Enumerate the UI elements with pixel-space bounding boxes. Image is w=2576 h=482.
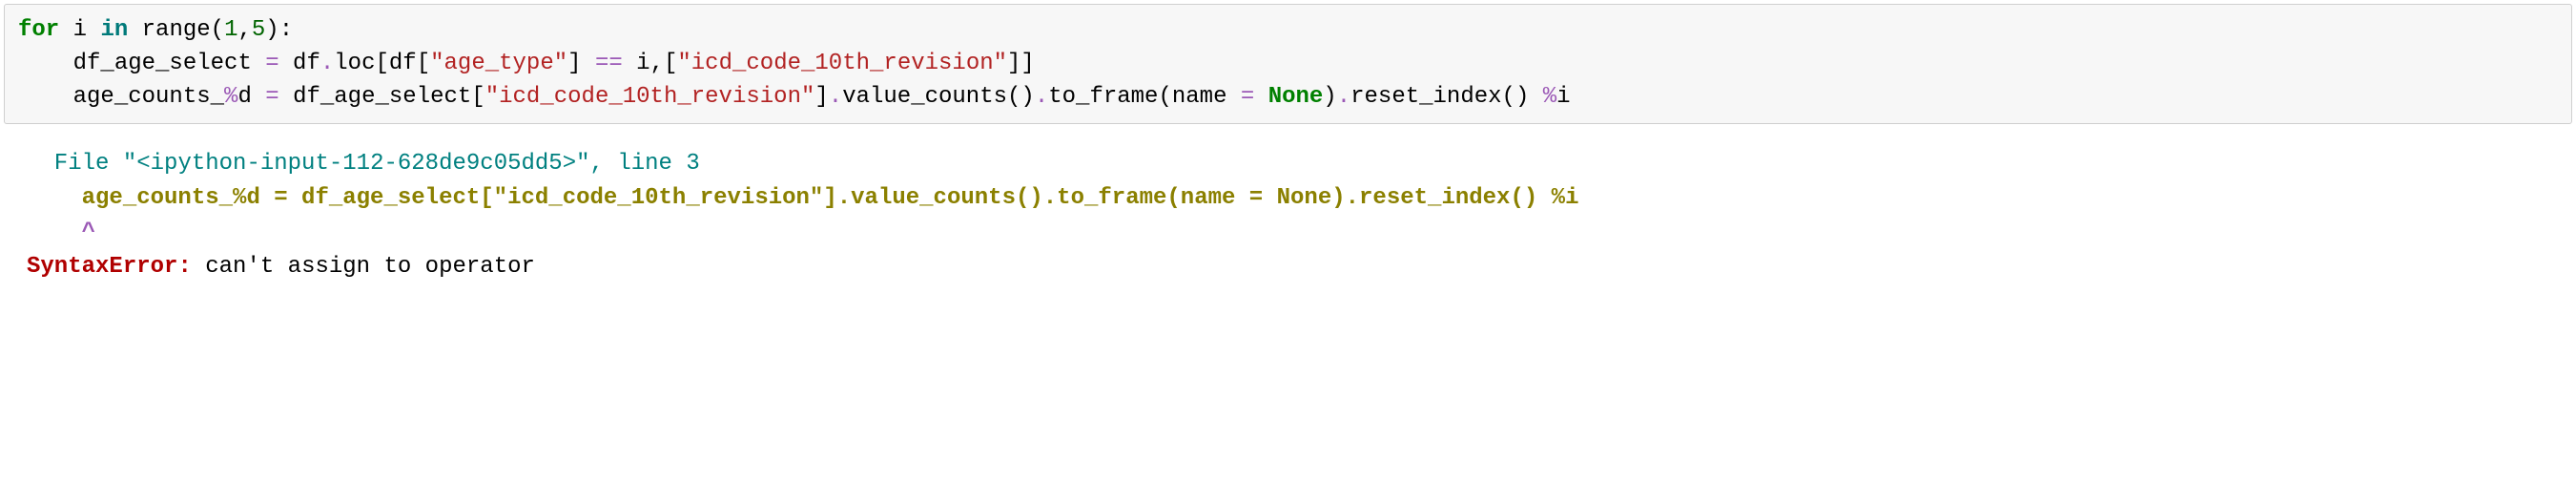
code-input-cell: for i in range(1,5): df_age_select = df.… <box>4 4 2572 124</box>
code-line-2: df_age_select = df.loc[df["age_type"] ==… <box>18 51 1035 76</box>
error-label: SyntaxError <box>27 254 177 280</box>
error-output: File "<ipython-input-112-628de9c05dd5>",… <box>4 143 2572 292</box>
keyword-for: for <box>18 17 59 43</box>
error-code-line: age_counts_%d = df_age_select["icd_code_… <box>27 185 1578 211</box>
error-file-line: File "<ipython-input-112-628de9c05dd5>",… <box>27 151 700 177</box>
code-line-1: for i in range(1,5): <box>18 17 293 43</box>
code-line-3: age_counts_%d = df_age_select["icd_code_… <box>18 84 1571 110</box>
error-message-line: SyntaxError: can't assign to operator <box>27 254 535 280</box>
error-message: can't assign to operator <box>192 254 535 280</box>
keyword-in: in <box>100 17 128 43</box>
error-caret: ^ <box>27 220 95 245</box>
